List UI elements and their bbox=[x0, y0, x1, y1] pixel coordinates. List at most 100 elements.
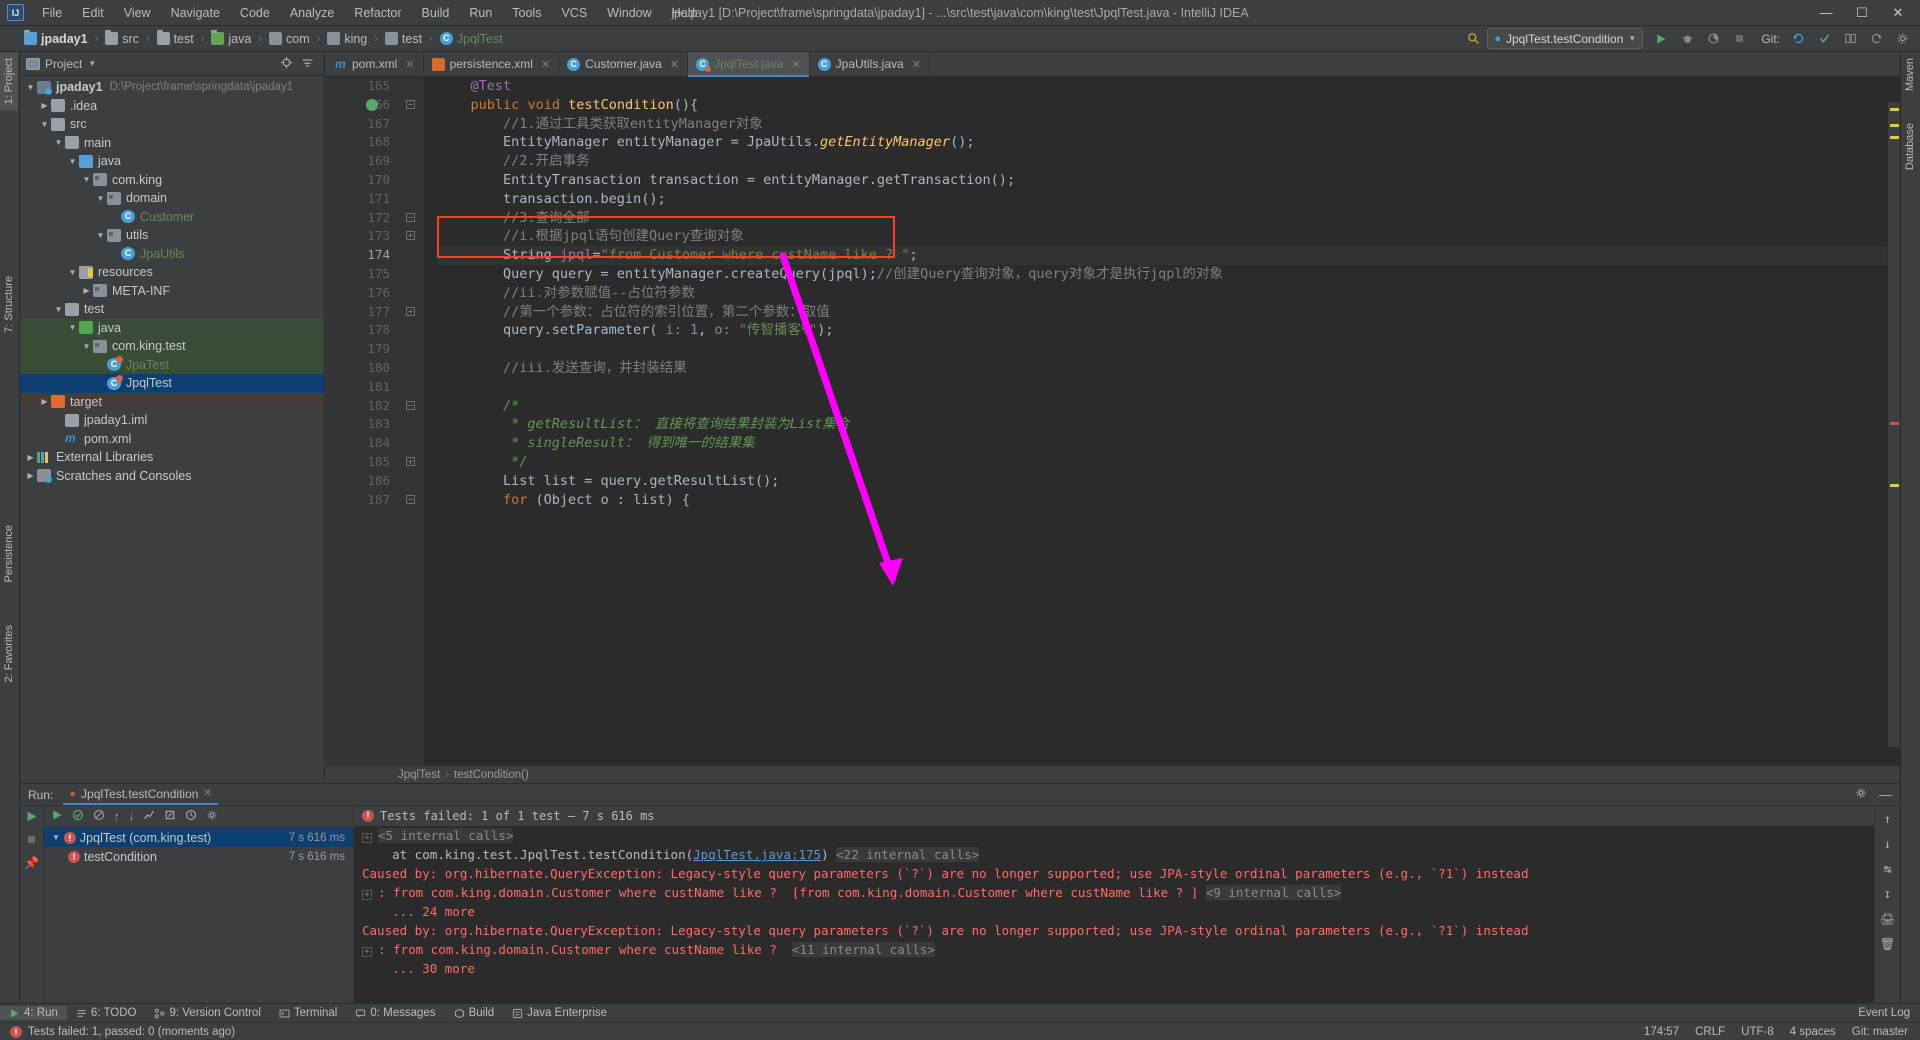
code-line[interactable]: //2.开启事务 bbox=[438, 152, 1900, 171]
rerun-tests-icon[interactable] bbox=[51, 809, 63, 824]
debug-button[interactable] bbox=[1675, 28, 1699, 50]
test-result-row[interactable]: ▼! JpqlTest (com.king.test) 7 s 616 ms bbox=[44, 828, 353, 847]
editor-breadcrumb[interactable]: JpqlTest › testCondition() bbox=[326, 765, 1900, 783]
stripe-warning-mark[interactable] bbox=[1890, 136, 1899, 139]
line-number[interactable]: 179 bbox=[326, 340, 398, 359]
tree-node-jpatest[interactable]: C JpaTest bbox=[20, 355, 324, 374]
tree-node-customer[interactable]: C Customer bbox=[20, 208, 324, 227]
line-number[interactable]: 182 bbox=[326, 397, 398, 416]
line-number[interactable]: 170 bbox=[326, 171, 398, 190]
caret-position[interactable]: 174:57 bbox=[1644, 1026, 1679, 1038]
test-history-icon[interactable] bbox=[185, 809, 197, 824]
fold-marker-slot[interactable] bbox=[398, 378, 424, 397]
code-line[interactable]: EntityManager entityManager = JpaUtils.g… bbox=[438, 133, 1900, 152]
maximize-button[interactable]: ☐ bbox=[1844, 1, 1880, 25]
console-line[interactable]: ... 24 more bbox=[354, 902, 1900, 921]
line-number[interactable]: 174 bbox=[326, 246, 398, 265]
tree-node-scratches-and-consoles[interactable]: ▶ Scratches and Consoles bbox=[20, 467, 324, 486]
collapsed-frames[interactable]: <22 internal calls> bbox=[836, 847, 980, 862]
tree-node-java[interactable]: ▼ java bbox=[20, 152, 324, 171]
line-number[interactable]: 181 bbox=[326, 378, 398, 397]
sidebar-item-favorites[interactable]: 2: Favorites bbox=[0, 619, 18, 688]
sidebar-item-database[interactable]: Database bbox=[1901, 117, 1919, 176]
code-line[interactable]: transaction.begin(); bbox=[438, 190, 1900, 209]
menu-item-file[interactable]: File bbox=[32, 3, 72, 23]
console-actions-toolbar[interactable]: ↑ ↓ ↹ ↧ 🖨 🗑 bbox=[1874, 806, 1900, 1012]
test-results-tree[interactable]: ↑ ↓ ▼! JpqlTest (com.king.test) 7 s 616 ms… bbox=[44, 806, 354, 1012]
code-line[interactable]: //3.查询全部 bbox=[438, 209, 1900, 228]
tree-node-jpaday1-iml[interactable]: jpaday1.iml bbox=[20, 411, 324, 430]
tree-node-target[interactable]: ▶ target bbox=[20, 392, 324, 411]
gear-icon[interactable] bbox=[1855, 787, 1867, 802]
fold-closed-icon[interactable]: + bbox=[406, 231, 415, 241]
test-result-row[interactable]: ! testCondition 7 s 616 ms bbox=[44, 847, 353, 866]
fold-marker-slot[interactable]: − bbox=[398, 397, 424, 416]
console-line[interactable]: Caused by: org.hibernate.QueryException:… bbox=[354, 921, 1900, 940]
collapsed-frames[interactable]: <9 internal calls> bbox=[1205, 885, 1342, 900]
tool-button-todo[interactable]: 6: TODO bbox=[67, 1006, 146, 1020]
tool-button-terminal[interactable]: Terminal bbox=[270, 1006, 346, 1020]
menu-item-window[interactable]: Window bbox=[597, 3, 661, 23]
hide-panel-icon[interactable]: — bbox=[1879, 787, 1892, 802]
sidebar-item-project[interactable]: 1: Project bbox=[0, 52, 18, 111]
fold-closed-icon[interactable]: + bbox=[406, 306, 415, 316]
code-line[interactable]: /* bbox=[438, 397, 1900, 416]
chevron-down-icon[interactable]: ▼ bbox=[80, 342, 93, 351]
rollback-icon[interactable] bbox=[1864, 28, 1888, 50]
menu-item-code[interactable]: Code bbox=[230, 3, 280, 23]
run-configuration-selector[interactable]: ● JpqlTest.testCondition ▼ bbox=[1487, 28, 1644, 49]
tree-node-java[interactable]: ▼ java bbox=[20, 318, 324, 337]
code-line[interactable] bbox=[438, 378, 1900, 397]
code-line[interactable]: //第一个参数：占位符的索引位置，第二个参数：取值 bbox=[438, 303, 1900, 322]
git-branch[interactable]: Git: master bbox=[1852, 1026, 1908, 1038]
menu-item-help[interactable]: Help bbox=[662, 3, 708, 23]
line-number[interactable]: 168 bbox=[326, 133, 398, 152]
breadcrumb-item-test-pkg[interactable]: test bbox=[381, 30, 426, 48]
chevron-down-icon[interactable]: ▼ bbox=[24, 83, 37, 92]
line-number[interactable]: 166 bbox=[326, 96, 398, 115]
run-actions-toolbar[interactable]: 📌 bbox=[20, 806, 44, 1012]
code-line[interactable]: String jpql="from Customer where custNam… bbox=[438, 246, 1900, 265]
collapse-all-icon[interactable]: ↓ bbox=[129, 811, 135, 823]
line-number[interactable]: 175 bbox=[326, 265, 398, 284]
breadcrumb-method[interactable]: testCondition() bbox=[454, 769, 529, 781]
close-icon[interactable]: ✕ bbox=[405, 58, 414, 71]
tree-node--idea[interactable]: ▶ .idea bbox=[20, 97, 324, 116]
scroll-to-end-icon[interactable]: ↧ bbox=[1884, 887, 1891, 901]
fold-open-icon[interactable]: − bbox=[406, 400, 415, 410]
soft-wrap-icon[interactable]: ↹ bbox=[1884, 862, 1891, 876]
commit-icon[interactable] bbox=[1812, 28, 1836, 50]
fold-open-icon[interactable]: − bbox=[406, 99, 415, 109]
fold-closed-icon[interactable]: + bbox=[406, 456, 415, 466]
line-number[interactable]: 183 bbox=[326, 415, 398, 434]
close-icon[interactable]: ✕ bbox=[912, 58, 921, 71]
chevron-down-icon[interactable]: ▼ bbox=[94, 231, 107, 240]
file-encoding[interactable]: UTF-8 bbox=[1741, 1026, 1774, 1038]
tool-button-run[interactable]: 4: Run bbox=[0, 1006, 67, 1020]
sidebar-item-maven[interactable]: Maven bbox=[1901, 52, 1919, 97]
stacktrace-link[interactable]: JpqlTest.java:175 bbox=[693, 847, 821, 862]
menu-item-tools[interactable]: Tools bbox=[502, 3, 551, 23]
stop-icon[interactable] bbox=[26, 834, 37, 848]
menu-item-vcs[interactable]: VCS bbox=[551, 3, 597, 23]
line-number[interactable]: 178 bbox=[326, 321, 398, 340]
sidebar-item-persistence[interactable]: Persistence bbox=[0, 519, 18, 588]
fold-marker-slot[interactable] bbox=[398, 434, 424, 453]
menu-item-refactor[interactable]: Refactor bbox=[344, 3, 411, 23]
fold-marker-slot[interactable] bbox=[398, 340, 424, 359]
fold-marker-slot[interactable]: + bbox=[398, 453, 424, 472]
tool-button-version-control[interactable]: 9: Version Control bbox=[145, 1006, 269, 1020]
close-icon[interactable]: ✕ bbox=[203, 788, 211, 799]
tree-node-test[interactable]: ▼ test bbox=[20, 300, 324, 319]
compare-icon[interactable] bbox=[1838, 28, 1862, 50]
chevron-right-icon[interactable]: ▶ bbox=[24, 453, 37, 462]
console-line[interactable]: +: from com.king.domain.Customer where c… bbox=[354, 883, 1900, 902]
fold-marker-slot[interactable] bbox=[398, 115, 424, 134]
breadcrumb[interactable]: jpaday1 › src › test › java › com › king… bbox=[20, 30, 507, 48]
scroll-down-icon[interactable]: ↓ bbox=[1884, 837, 1891, 851]
update-project-icon[interactable] bbox=[1786, 28, 1810, 50]
fold-marker-slot[interactable] bbox=[398, 171, 424, 190]
console-lines[interactable]: + <5 internal calls> at com.king.test.Jpq… bbox=[354, 826, 1900, 1012]
fold-marker-slot[interactable] bbox=[398, 359, 424, 378]
expand-icon[interactable]: + bbox=[362, 833, 372, 843]
